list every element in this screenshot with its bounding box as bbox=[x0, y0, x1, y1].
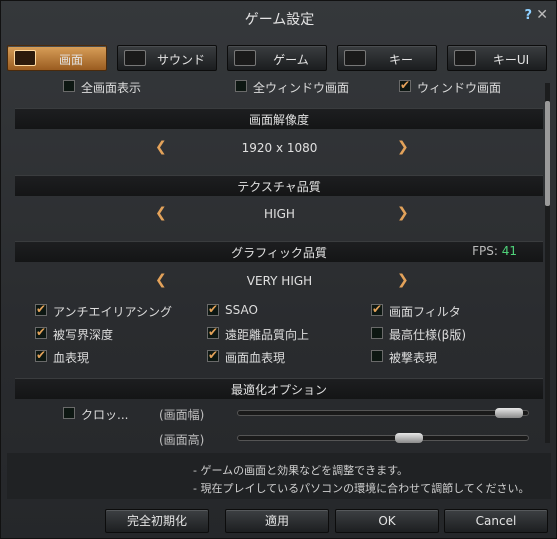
windows-icon bbox=[454, 50, 476, 66]
checkbox-label: 全画面表示 bbox=[81, 81, 142, 95]
arrow-right-icon[interactable]: ❯ bbox=[397, 205, 409, 221]
tab-label: キーUI bbox=[492, 53, 530, 67]
checkbox-box[interactable] bbox=[63, 407, 75, 419]
resolution-selector: ❮ 1920 x 1080 ❯ bbox=[1, 138, 557, 158]
window-title: ゲーム設定 bbox=[244, 12, 315, 28]
arrow-right-icon[interactable]: ❯ bbox=[397, 139, 409, 155]
checkbox-box[interactable] bbox=[371, 302, 383, 316]
reset-button[interactable]: 完全初期化 bbox=[105, 509, 209, 533]
checkbox-box[interactable] bbox=[207, 325, 219, 339]
tab-game[interactable]: ゲーム bbox=[227, 45, 327, 71]
section-texture: テクスチャ品質 bbox=[15, 175, 543, 196]
checkbox-label: 遠距離品質向上 bbox=[225, 328, 310, 342]
info-line: - ゲームの画面と効果などを調整できます。 bbox=[193, 464, 409, 477]
fps-value: 41 bbox=[501, 244, 517, 258]
help-icon[interactable]: ? bbox=[524, 8, 532, 23]
apply-button[interactable]: 適用 bbox=[225, 509, 329, 533]
checkbox-box[interactable] bbox=[371, 350, 383, 362]
gamepad-icon bbox=[234, 50, 256, 66]
checkbox-box[interactable] bbox=[35, 348, 47, 362]
scrollbar[interactable] bbox=[545, 83, 550, 443]
checkbox-box[interactable] bbox=[371, 327, 383, 339]
section-heading: グラフィック品質 bbox=[231, 246, 327, 260]
fps-readout: FPS: 41 bbox=[472, 244, 517, 258]
tab-bar: 画面 サウンド ゲーム キー キーUI bbox=[7, 45, 547, 73]
width-label: (画面幅) bbox=[159, 408, 205, 422]
tab-keys[interactable]: キー bbox=[337, 45, 437, 71]
section-resolution: 画面解像度 bbox=[15, 108, 543, 129]
tab-key-ui[interactable]: キーUI bbox=[447, 45, 547, 71]
checkbox-label: 最高仕様(β版) bbox=[389, 328, 467, 342]
checkbox-box[interactable] bbox=[35, 325, 47, 339]
checkbox-box[interactable] bbox=[235, 80, 247, 92]
close-icon[interactable]: ✕ bbox=[536, 7, 548, 23]
texture-value: HIGH bbox=[264, 207, 295, 221]
checkbox-label: 全ウィンドウ画面 bbox=[253, 81, 350, 95]
info-panel: - ゲームの画面と効果などを調整できます。 - 現在プレイしているパソコンの環境… bbox=[7, 453, 551, 499]
section-optimization: 最適化オプション bbox=[15, 378, 543, 399]
section-graphics: グラフィック品質 FPS: 41 bbox=[15, 241, 543, 262]
checkbox-box[interactable] bbox=[63, 80, 75, 92]
texture-selector: ❮ HIGH ❯ bbox=[1, 204, 557, 224]
checkbox-box[interactable] bbox=[399, 78, 411, 92]
checkbox-label: 血表現 bbox=[53, 351, 90, 365]
cancel-button[interactable]: Cancel bbox=[444, 509, 548, 533]
section-heading: テクスチャ品質 bbox=[237, 180, 321, 194]
ok-button[interactable]: OK bbox=[335, 509, 439, 533]
checkbox-label: 画面血表現 bbox=[225, 351, 286, 365]
height-slider[interactable] bbox=[237, 433, 529, 443]
info-line: - 現在プレイしているパソコンの環境に合わせて調節してください。 bbox=[193, 482, 530, 495]
tab-label: 画面 bbox=[58, 53, 83, 67]
title-bar[interactable]: ゲーム設定 ? ✕ bbox=[1, 1, 557, 35]
checkbox-box[interactable] bbox=[207, 302, 219, 316]
checkbox-label: SSAO bbox=[225, 303, 258, 317]
fps-label: FPS: bbox=[472, 244, 498, 258]
checkbox-label: アンチエイリアシング bbox=[53, 305, 173, 319]
checkbox-label: 画面フィルタ bbox=[389, 305, 461, 319]
settings-window: ゲーム設定 ? ✕ 画面 サウンド ゲーム キー キーUI 全画面表示 全ウィン… bbox=[0, 0, 557, 539]
tab-label: キー bbox=[388, 53, 413, 67]
speaker-icon bbox=[124, 50, 146, 66]
slider-knob[interactable] bbox=[395, 433, 423, 443]
checkbox-label: クロッ... bbox=[81, 408, 129, 422]
checkbox-box[interactable] bbox=[207, 348, 219, 362]
checkbox-label: 被写界深度 bbox=[53, 328, 114, 342]
width-slider[interactable] bbox=[237, 408, 529, 418]
resolution-value: 1920 x 1080 bbox=[241, 141, 318, 155]
tab-sound[interactable]: サウンド bbox=[117, 45, 217, 71]
checkbox-box[interactable] bbox=[35, 302, 47, 316]
tab-display[interactable]: 画面 bbox=[7, 45, 107, 71]
slider-knob[interactable] bbox=[495, 408, 523, 418]
checkbox-label: ウィンドウ画面 bbox=[417, 81, 502, 95]
tab-label: ゲーム bbox=[273, 53, 309, 67]
arrow-right-icon[interactable]: ❯ bbox=[397, 272, 409, 288]
graphics-value: VERY HIGH bbox=[246, 274, 313, 288]
graphics-selector: ❮ VERY HIGH ❯ bbox=[1, 271, 557, 291]
monitor-icon bbox=[14, 50, 36, 66]
tab-label: サウンド bbox=[156, 53, 205, 67]
section-heading: 画面解像度 bbox=[248, 113, 309, 127]
section-heading: 最適化オプション bbox=[230, 383, 327, 397]
keyboard-icon bbox=[344, 50, 366, 66]
checkbox-label: 被撃表現 bbox=[389, 351, 438, 365]
height-label: (画面高) bbox=[159, 433, 205, 447]
